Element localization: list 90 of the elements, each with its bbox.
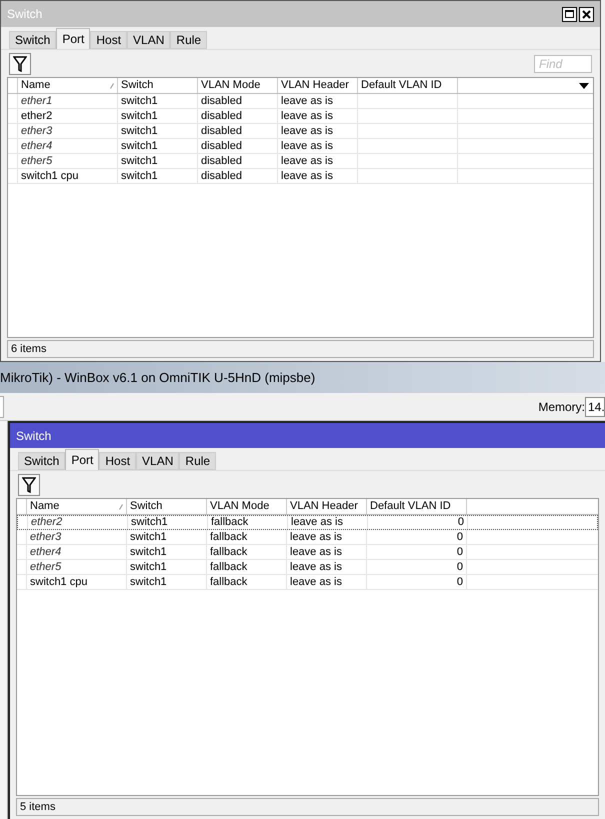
table-cell: leave as is [287, 575, 367, 589]
column-header[interactable]: VLAN Mode [198, 78, 278, 93]
table-cell: disabled [198, 169, 278, 183]
table-cell: ether3 [27, 530, 127, 544]
table-cell: switch1 [127, 560, 207, 574]
tab[interactable]: Port [65, 449, 100, 470]
table-cell: ether3 [18, 124, 118, 138]
column-header[interactable]: VLAN Header [287, 499, 367, 514]
table-row[interactable]: ether2 switch1 disabled leave as is [8, 109, 593, 124]
table-cell: disabled [198, 139, 278, 153]
table-cell: ether4 [27, 545, 127, 559]
table-cell: 0 [367, 560, 467, 574]
sort-icon [119, 504, 123, 510]
table-cell: disabled [198, 124, 278, 138]
table-cell: leave as is [287, 545, 367, 559]
table-cell: switch1 [118, 109, 198, 123]
filter-button[interactable] [18, 474, 40, 496]
maximize-button[interactable] [562, 6, 577, 22]
tab[interactable]: Host [99, 452, 136, 470]
table-cell: 0 [367, 545, 467, 559]
table-cell: 0 [367, 530, 467, 544]
table-cell: ether1 [18, 94, 118, 108]
app-title: MikroTik) - WinBox v6.1 on OmniTIK U-5HnD (mipsbe) [0, 368, 316, 387]
memory-value: 14. [585, 396, 605, 416]
column-header[interactable]: VLAN Header [278, 78, 358, 93]
table-cell: switch1 [118, 154, 198, 168]
table-cell: leave as is [278, 109, 358, 123]
table-cell: ether5 [18, 154, 118, 168]
column-header-label: Name [30, 499, 60, 514]
table-cell: switch1 cpu [18, 169, 118, 183]
tab[interactable]: Switch [9, 31, 56, 49]
sort-icon [110, 82, 114, 88]
table-cell: leave as is [278, 154, 358, 168]
table-row[interactable]: switch1 cpu switch1 disabled leave as is [8, 169, 593, 184]
table-cell: disabled [198, 94, 278, 108]
table-cell: switch1 [127, 545, 207, 559]
table-cell: switch1 [118, 139, 198, 153]
table-cell: leave as is [278, 94, 358, 108]
filter-button[interactable] [9, 52, 31, 74]
table-cell: switch1 [128, 516, 208, 529]
tab[interactable]: Port [56, 28, 90, 49]
table-cell: leave as is [287, 560, 367, 574]
tab[interactable]: Rule [179, 452, 216, 470]
table-cell: leave as is [287, 530, 367, 544]
tab[interactable]: VLAN [136, 452, 180, 470]
table-cell: leave as is [278, 124, 358, 138]
table-cell: leave as is [278, 169, 358, 183]
table-cell: ether4 [18, 139, 118, 153]
status-text: 6 items [11, 342, 46, 357]
column-header-cell[interactable]: Name [18, 78, 118, 93]
column-header[interactable]: Default VLAN ID [367, 499, 467, 514]
find-field[interactable]: Find [534, 54, 592, 72]
column-header-cell[interactable]: Name [27, 499, 127, 514]
table-cell: leave as is [288, 516, 368, 529]
table-cell: disabled [198, 109, 278, 123]
table-cell: switch1 [127, 530, 207, 544]
toolbar-field[interactable] [0, 396, 4, 418]
table-cell: fallback [207, 575, 287, 589]
table-cell: ether5 [27, 560, 127, 574]
close-button[interactable] [579, 6, 594, 22]
memory-label: Memory: [538, 398, 585, 416]
table-cell: fallback [207, 560, 287, 574]
table-cell: 0 [367, 575, 467, 589]
table-cell: fallback [208, 516, 288, 529]
table-cell: fallback [207, 530, 287, 544]
table-cell: switch1 [118, 124, 198, 138]
table-cell: 0 [368, 516, 468, 529]
table-cell: disabled [198, 154, 278, 168]
table-cell: switch1 [118, 94, 198, 108]
column-menu-icon[interactable] [579, 82, 589, 88]
window-title: Switch [7, 6, 44, 23]
status-text: 5 items [20, 800, 56, 815]
table-cell: switch1 [118, 169, 198, 183]
tab[interactable]: Switch [18, 452, 66, 470]
table-cell: ether2 [28, 516, 128, 529]
table-cell: switch1 [127, 575, 207, 589]
table-row[interactable]: switch1 cpu switch1 fallback leave as is 0 [17, 575, 598, 590]
tab[interactable]: VLAN [127, 31, 170, 49]
window-title: Switch [16, 428, 52, 444]
table-cell: ether2 [18, 109, 118, 123]
tab[interactable]: Rule [170, 31, 208, 49]
tab[interactable]: Host [90, 31, 128, 49]
column-header[interactable]: Default VLAN ID [358, 78, 458, 93]
column-header-label: Name [21, 78, 50, 94]
column-header[interactable]: Switch [127, 499, 207, 514]
table-cell: fallback [207, 545, 287, 559]
column-header[interactable]: VLAN Mode [207, 499, 287, 514]
table-cell: leave as is [278, 139, 358, 153]
table-cell: switch1 cpu [27, 575, 127, 589]
column-header[interactable]: Switch [118, 78, 198, 93]
